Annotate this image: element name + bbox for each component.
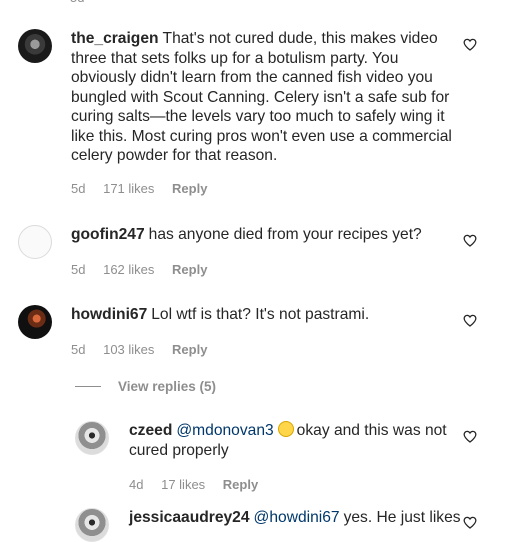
comment-meta: 5d 103 likes Reply <box>71 342 221 357</box>
heart-icon[interactable] <box>463 38 477 51</box>
comment-body: czeed @mdonovan3 okay and this was not cur… <box>129 421 454 460</box>
avatar[interactable] <box>18 305 52 339</box>
comment-body: howdini67 Lol wtf is that? It's not pastr… <box>71 305 456 325</box>
comment-username[interactable]: howdini67 <box>71 306 147 323</box>
avatar[interactable] <box>75 421 109 455</box>
comment-body: goofin247 has anyone died from your recip… <box>71 225 456 245</box>
view-replies-label: View replies (5) <box>118 379 217 394</box>
comment-likes[interactable]: 162 likes <box>103 262 154 277</box>
comment-text: has anyone died from your recipes yet? <box>148 226 422 243</box>
heart-icon[interactable] <box>463 430 477 443</box>
comment-likes[interactable]: 103 likes <box>103 342 154 357</box>
previous-comment-meta: 5d <box>0 0 520 5</box>
comment-body: jessicaaudrey24 @howdini67 yes. He just li… <box>129 508 461 528</box>
comment-username[interactable]: goofin247 <box>71 226 145 243</box>
comment-text: Lol wtf is that? It's not pastrami. <box>151 306 370 323</box>
comment-username[interactable]: czeed <box>129 422 172 439</box>
comment-text: yes. He just likes <box>343 509 461 526</box>
comment-body: the_craigen That's not cured dude, this m… <box>71 29 456 166</box>
comment-likes[interactable]: 17 likes <box>161 477 205 492</box>
comment-meta: 5d 171 likes Reply <box>71 181 221 196</box>
comment-meta: 5d 162 likes Reply <box>71 262 221 277</box>
comment-username[interactable]: the_craigen <box>71 30 159 47</box>
mention-link[interactable]: @howdini67 <box>254 509 340 526</box>
slightly-smiling-face-icon <box>277 421 294 437</box>
reply-button[interactable]: Reply <box>223 477 258 492</box>
comment-text: That's not cured dude, this makes video … <box>71 30 452 164</box>
reply-button[interactable]: Reply <box>172 262 207 277</box>
comment-age: 5d <box>70 0 84 5</box>
heart-icon[interactable] <box>463 314 477 327</box>
comment-age: 4d <box>129 477 144 492</box>
avatar[interactable] <box>18 29 52 63</box>
view-replies-button[interactable]: View replies (5) <box>75 379 216 394</box>
comment-likes[interactable]: 171 likes <box>103 181 154 196</box>
heart-icon[interactable] <box>463 516 477 529</box>
comment-age: 5d <box>71 262 86 277</box>
avatar[interactable] <box>75 508 109 542</box>
reply-button[interactable]: Reply <box>172 181 207 196</box>
comment-meta: 5d <box>70 0 98 5</box>
comment-meta: 4d 17 likes Reply <box>129 477 272 492</box>
comment-age: 5d <box>71 342 86 357</box>
divider <box>75 386 101 387</box>
heart-icon[interactable] <box>463 234 477 247</box>
avatar[interactable] <box>18 225 52 259</box>
reply-button[interactable]: Reply <box>172 342 207 357</box>
mention-link[interactable]: @mdonovan3 <box>176 422 273 439</box>
comment-age: 5d <box>71 181 86 196</box>
comment-username[interactable]: jessicaaudrey24 <box>129 509 250 526</box>
